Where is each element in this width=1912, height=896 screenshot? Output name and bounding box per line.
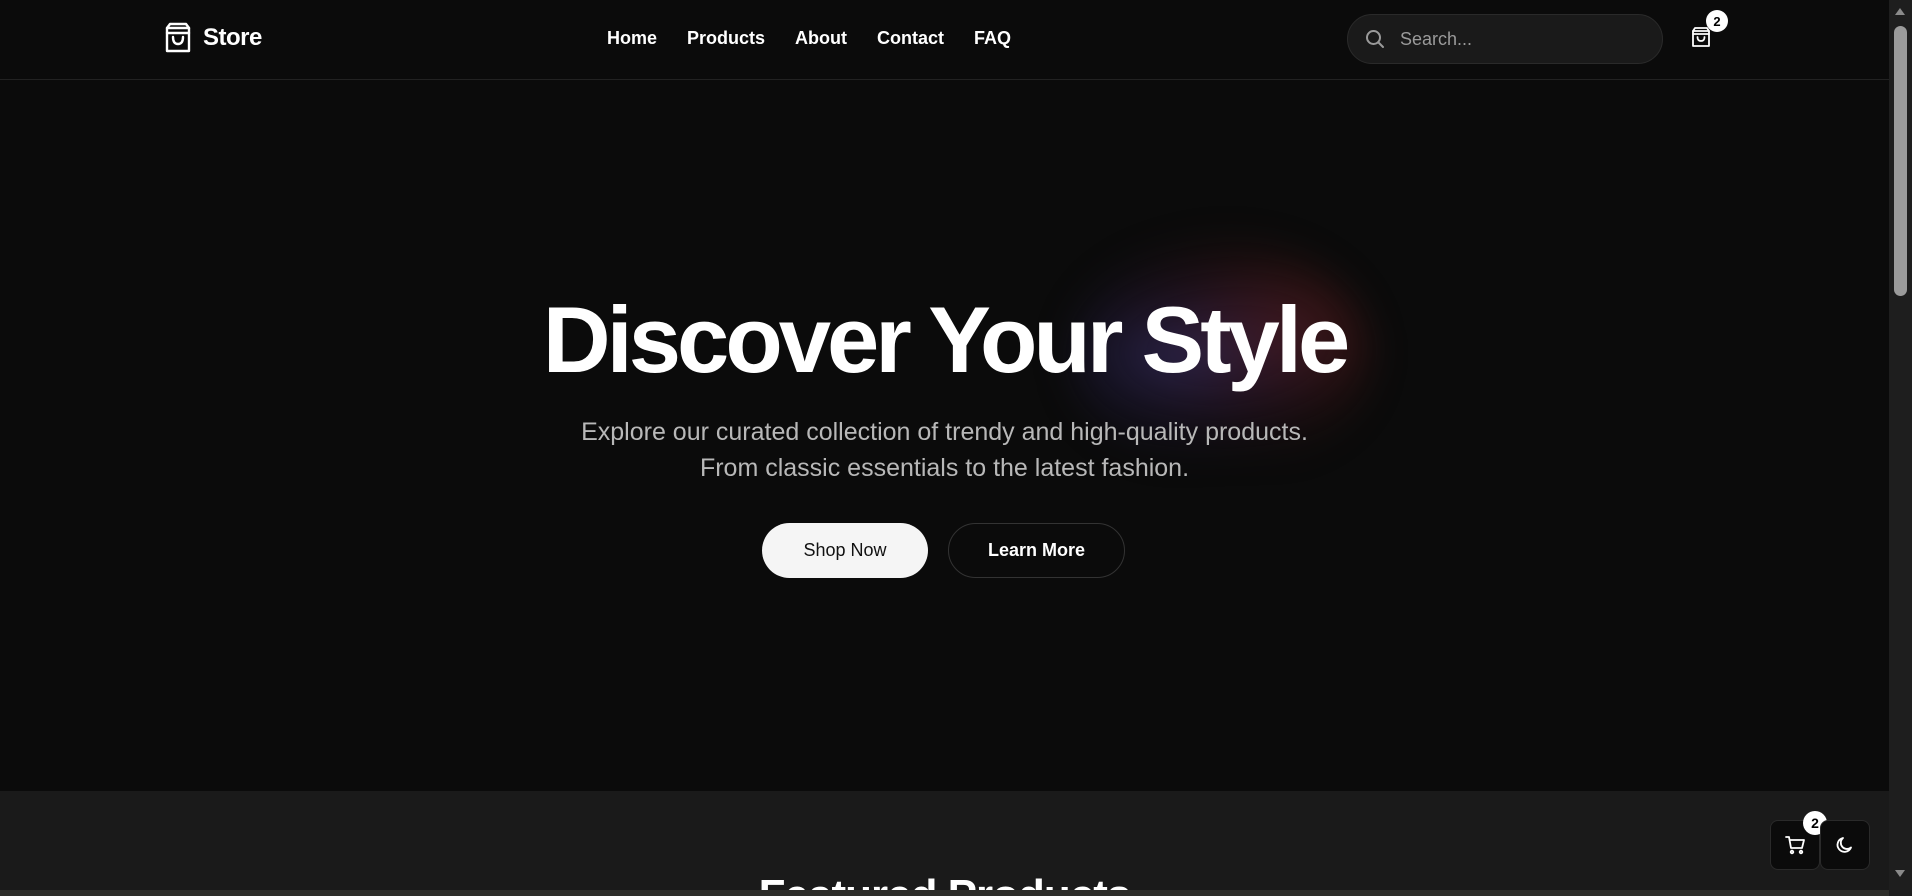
scroll-up-arrow[interactable]: [1895, 8, 1905, 15]
nav-home[interactable]: Home: [607, 28, 657, 49]
vertical-scrollbar[interactable]: [1889, 0, 1912, 896]
hero-title: Discover Your Style: [542, 287, 1350, 392]
hero-section: Discover Your Style Explore our curated …: [0, 81, 1889, 791]
scrollbar-thumb[interactable]: [1894, 26, 1907, 296]
search-input[interactable]: [1400, 28, 1640, 50]
scroll-down-arrow[interactable]: [1895, 870, 1905, 877]
logo-text: Store: [203, 24, 262, 51]
page: Store Home Products About Contact FAQ 2: [0, 0, 1912, 896]
hero-subtitle-line-1: Explore our curated collection of trendy…: [581, 418, 1308, 446]
main-nav: Home Products About Contact FAQ: [607, 28, 1011, 49]
featured-products-section: Featured Products: [0, 791, 1889, 896]
cart-count-badge: 2: [1706, 10, 1728, 32]
hero-subtitle-line-2: From classic essentials to the latest fa…: [699, 454, 1190, 482]
horizontal-scrollbar[interactable]: [0, 890, 1889, 896]
header-cart-button[interactable]: 2: [1690, 10, 1728, 52]
shopping-cart-icon: [1785, 836, 1805, 855]
theme-toggle-button[interactable]: [1820, 820, 1870, 870]
logo[interactable]: Store: [163, 22, 262, 54]
nav-faq[interactable]: FAQ: [974, 28, 1011, 49]
nav-contact[interactable]: Contact: [877, 28, 944, 49]
search-icon: [1366, 30, 1384, 48]
nav-about[interactable]: About: [795, 28, 847, 49]
hero-buttons: Shop Now Learn More: [762, 523, 1125, 578]
shop-now-button[interactable]: Shop Now: [762, 523, 928, 578]
nav-products[interactable]: Products: [687, 28, 765, 49]
site-header: Store Home Products About Contact FAQ 2: [0, 0, 1889, 80]
shopping-bag-icon: [165, 22, 191, 53]
moon-icon: [1836, 837, 1852, 853]
learn-more-button[interactable]: Learn More: [948, 523, 1125, 578]
shopping-bag-icon: [1692, 27, 1710, 47]
floating-cart-button[interactable]: 2: [1770, 811, 1827, 870]
hero-subtitle: Explore our curated collection of trendy…: [0, 414, 1889, 486]
search-box: [1347, 14, 1663, 64]
